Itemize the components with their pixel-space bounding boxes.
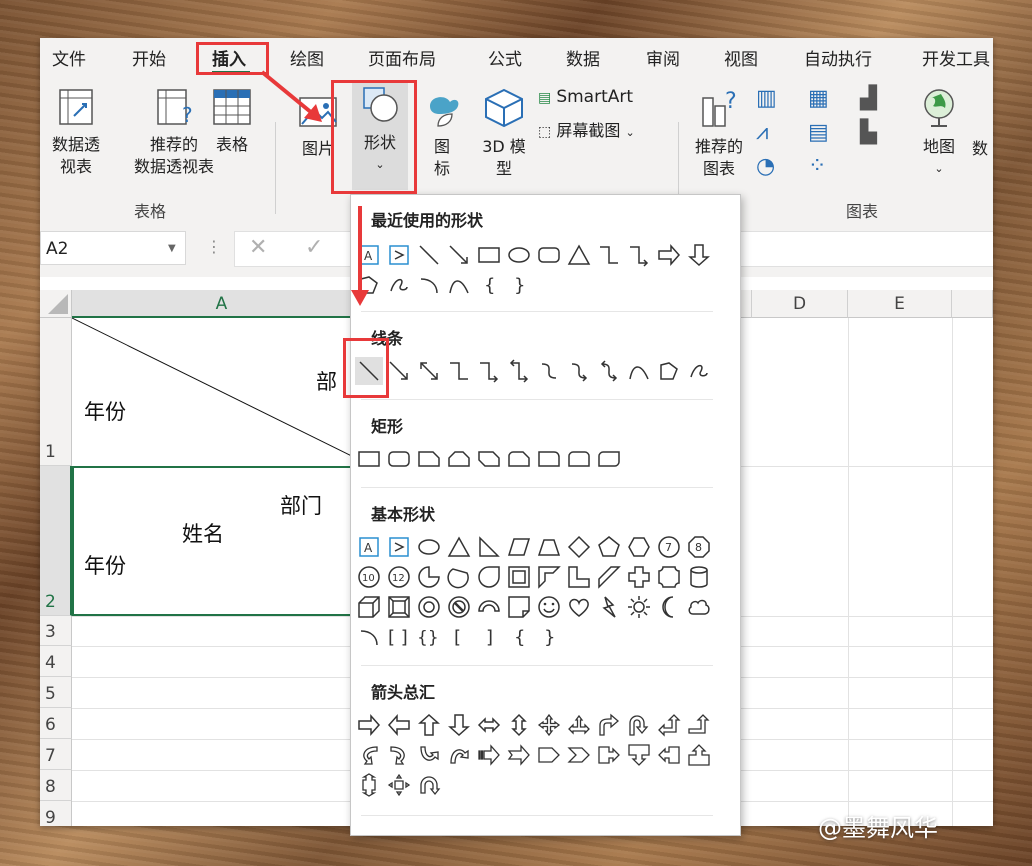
watermark: @墨舞风华 [818, 814, 938, 842]
annotation-arrows [260, 70, 369, 306]
